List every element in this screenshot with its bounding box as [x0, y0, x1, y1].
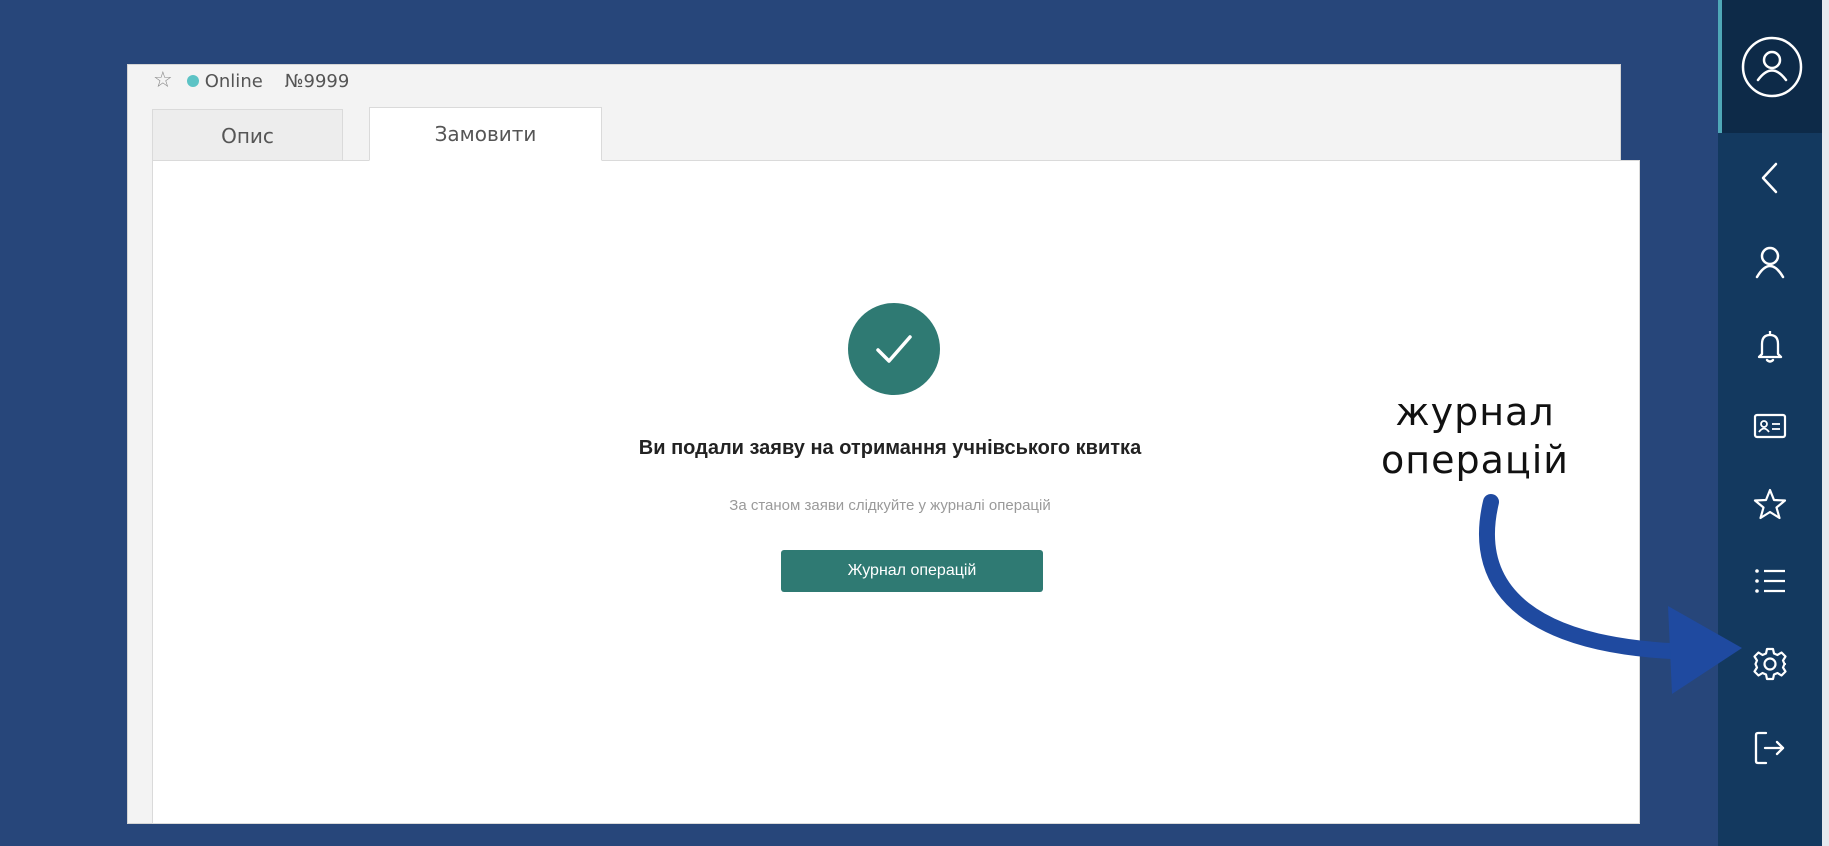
profile-circle-icon [1741, 36, 1803, 97]
id-card-icon [1753, 413, 1787, 439]
status-bar: ☆ Online №9999 [153, 67, 349, 95]
sidebar-documents[interactable] [1718, 396, 1822, 456]
annotation-label: журнал операцій [1350, 388, 1600, 484]
sidebar-settings[interactable] [1718, 634, 1822, 694]
right-sidebar [1718, 0, 1822, 846]
sidebar-back[interactable] [1718, 148, 1822, 208]
success-badge [848, 303, 940, 395]
tab-bar: Опис Замовити [152, 107, 602, 161]
sidebar-avatar[interactable] [1718, 0, 1822, 133]
tab-content: Ви подали заяву на отримання учнівського… [152, 160, 1640, 824]
star-outline-icon[interactable]: ☆ [153, 70, 173, 92]
star-icon [1753, 488, 1787, 520]
logout-icon [1754, 731, 1785, 765]
tab-order[interactable]: Замовити [369, 107, 602, 161]
online-status-dot [186, 75, 199, 87]
list-icon [1755, 569, 1785, 593]
sidebar-notifications[interactable] [1718, 316, 1822, 376]
sidebar-favorites[interactable] [1718, 474, 1822, 534]
user-icon [1755, 246, 1785, 279]
service-number: №9999 [284, 70, 350, 92]
sidebar-operations-journal[interactable] [1718, 551, 1822, 611]
annotation-line-1: журнал [1395, 390, 1555, 434]
tab-description[interactable]: Опис [152, 109, 343, 161]
sidebar-logout[interactable] [1718, 718, 1822, 778]
annotation-line-2: операцій [1381, 438, 1569, 482]
online-label: Online [204, 70, 263, 92]
success-subtext: За станом заяви слідкуйте у журналі опер… [729, 497, 1051, 514]
sidebar-profile[interactable] [1718, 232, 1822, 292]
checkmark-icon [876, 335, 912, 363]
bell-icon [1757, 331, 1783, 363]
gear-icon [1753, 647, 1787, 681]
chevron-left-icon [1761, 162, 1778, 194]
operations-journal-button[interactable]: Журнал операцій [781, 550, 1043, 592]
